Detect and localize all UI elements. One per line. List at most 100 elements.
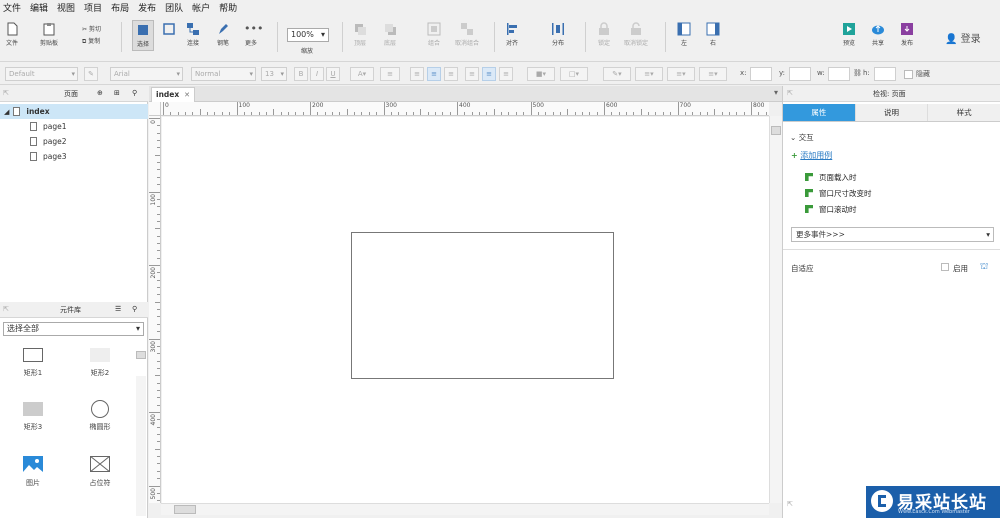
canvas-vertical-scrollbar[interactable] [769,116,782,503]
align-center-text-icon[interactable]: ≡ [427,67,441,81]
more-button[interactable]: ••• 更多 [244,22,263,47]
add-page-icon[interactable]: ⊕ [97,89,103,97]
italic-button[interactable]: I [310,67,324,81]
preview-button[interactable]: 预览 [842,22,856,47]
bring-top-button[interactable]: 顶层 [353,22,367,47]
list-icon[interactable]: ≡ [380,67,400,81]
search-icon[interactable]: ⚲ [132,305,137,313]
search-icon[interactable]: ⚲ [132,89,137,97]
interaction-section[interactable]: ⌄ 交互 [790,132,814,143]
collapse-icon[interactable]: ⇱ [787,89,793,97]
menu-project[interactable]: 项目 [84,1,102,14]
copy-button[interactable]: ⧉ 复制 [82,36,100,46]
frame-select-button[interactable] [162,22,176,38]
widget-rect3[interactable]: 矩形3 [3,402,63,432]
collapse-icon[interactable]: ⇱ [3,305,9,313]
font-weight-select[interactable]: Normal [191,67,256,81]
tab-notes[interactable]: 说明 [855,104,929,121]
pen-button[interactable]: 钢笔 [216,22,230,47]
library-select[interactable]: 选择全部 [3,322,144,336]
collapse-icon[interactable]: ⇱ [3,89,9,97]
page-item-index[interactable]: ◢ index [0,104,148,119]
valign-top-icon[interactable]: ≡ [465,67,479,81]
event-window-resize[interactable]: 窗口尺寸改变时 [805,188,872,199]
menu-icon[interactable]: ☰ [115,305,121,313]
adaptive-settings-icon[interactable]: ⛫ [980,262,988,273]
x-input[interactable] [750,67,772,81]
menu-account[interactable]: 帐户 [192,1,210,14]
arrow-style-button[interactable]: ≡▾ [699,67,727,81]
line-color-button[interactable]: ✎▾ [603,67,631,81]
widget-ellipse[interactable]: 椭圆形 [70,400,130,432]
menu-help[interactable]: 帮助 [219,1,237,14]
shadow-button[interactable]: □▾ [560,67,588,81]
hide-checkbox[interactable] [904,70,913,79]
cut-button[interactable]: ✂ 剪切 [82,24,101,33]
close-icon[interactable]: ✕ [184,88,190,102]
menu-publish[interactable]: 发布 [138,1,156,14]
group-button[interactable]: 组合 [427,22,441,47]
add-case-link[interactable]: + 添加用例 [791,150,832,161]
format-painter-icon[interactable]: ✎ [84,67,98,81]
event-window-scroll[interactable]: 窗口滚动时 [805,204,857,215]
dock-left-button[interactable]: 左 [677,22,691,47]
font-size-select[interactable]: 13 [261,67,287,81]
widget-placeholder[interactable]: 占位符 [70,456,130,488]
align-right-text-icon[interactable]: ≡ [444,67,458,81]
login-button[interactable]: 👤 登录 [945,30,981,45]
scroll-thumb[interactable] [174,505,196,514]
text-color-button[interactable]: A▾ [350,67,374,81]
library-scrollbar[interactable] [136,351,146,359]
valign-bottom-icon[interactable]: ≡ [499,67,513,81]
scroll-thumb[interactable] [771,126,781,135]
lock-button[interactable]: 锁定 [597,22,611,47]
add-folder-icon[interactable]: ⊞ [114,89,120,97]
widget-image[interactable]: 图片 [3,456,63,488]
dock-right-button[interactable]: 右 [706,22,720,47]
menu-file[interactable]: 文件 [3,1,21,14]
connect-button[interactable]: 连接 [186,22,200,47]
underline-button[interactable]: U [326,67,340,81]
tab-list-icon[interactable]: ▾ [774,88,778,97]
share-button[interactable]: 共享 [871,22,885,47]
enable-checkbox[interactable] [941,263,949,271]
style-select[interactable]: Default [5,67,78,81]
valign-middle-icon[interactable]: ≡ [482,67,496,81]
menu-edit[interactable]: 编辑 [30,1,48,14]
library-scroll-track[interactable] [136,376,146,516]
canvas-horizontal-scrollbar[interactable] [161,503,769,515]
widget-rect1[interactable]: 矩形1 [3,348,63,378]
tab-index[interactable]: index ✕ [151,87,195,102]
widget-rect2[interactable]: 矩形2 [70,348,130,378]
file-button[interactable]: 文件 [5,22,19,47]
lock-ratio-icon[interactable]: ⛓ [853,69,862,77]
zoom-select[interactable]: 100% ▾ [287,28,329,42]
select-button[interactable]: 选择 [132,20,154,51]
more-events-select[interactable]: 更多事件>>> [791,227,994,242]
bold-button[interactable]: B [294,67,308,81]
distribute-button[interactable]: 分布 [551,22,565,47]
fill-color-button[interactable]: ■▾ [527,67,555,81]
align-left-text-icon[interactable]: ≡ [410,67,424,81]
line-width-button[interactable]: ≡▾ [635,67,663,81]
menu-layout[interactable]: 布局 [111,1,129,14]
y-input[interactable] [789,67,811,81]
collapse-icon[interactable]: ⇱ [787,500,793,508]
w-input[interactable] [828,67,850,81]
canvas-rectangle-widget[interactable] [351,232,614,379]
clipboard-button[interactable]: 剪贴板 [40,22,58,47]
menu-view[interactable]: 视图 [57,1,75,14]
tab-properties[interactable]: 属性 [783,104,856,121]
send-bottom-button[interactable]: 底层 [383,22,397,47]
h-input[interactable] [874,67,896,81]
align-button[interactable]: 对齐 [505,22,519,47]
page-item-page2[interactable]: page2 [0,134,148,149]
event-page-load[interactable]: 页面载入时 [805,172,857,183]
line-style-button[interactable]: ≡▾ [667,67,695,81]
publish-button[interactable]: 发布 [900,22,914,47]
menu-team[interactable]: 团队 [165,1,183,14]
page-item-page1[interactable]: page1 [0,119,148,134]
tab-style[interactable]: 样式 [928,104,1000,121]
unlock-button[interactable]: 取消锁定 [624,22,648,47]
page-item-page3[interactable]: page3 [0,149,148,164]
